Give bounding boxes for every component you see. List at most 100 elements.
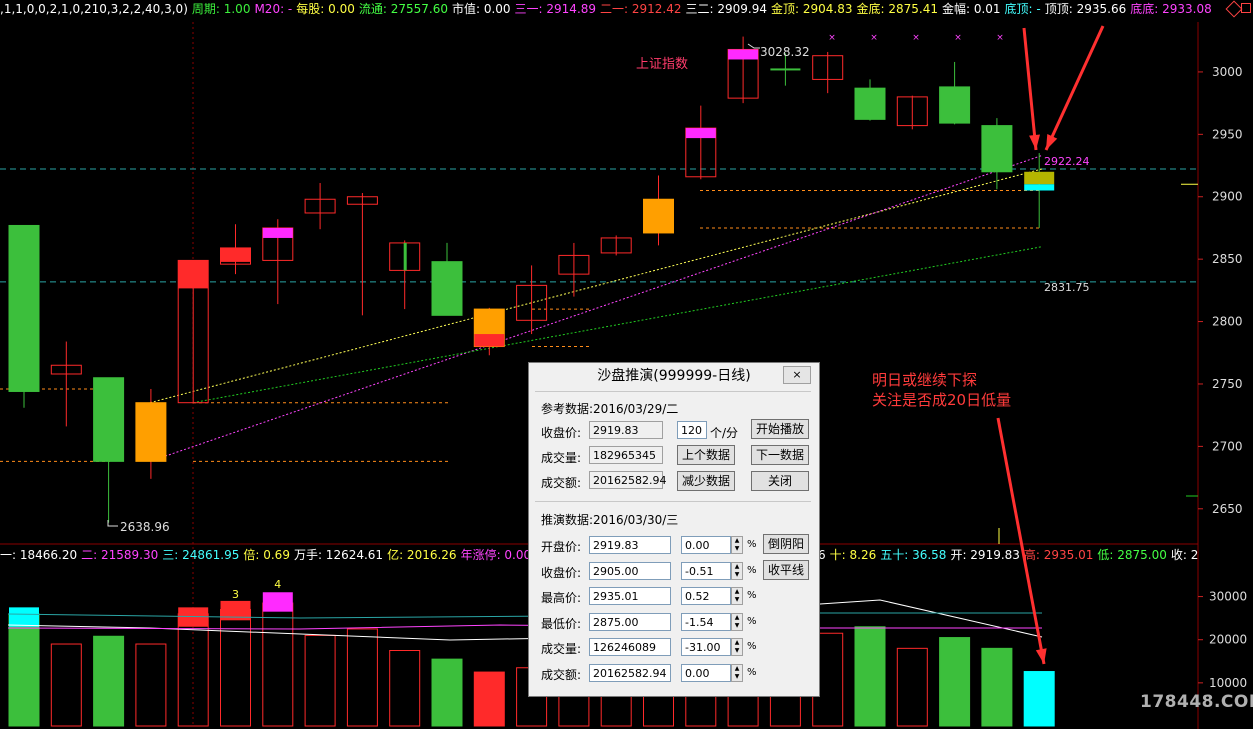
percent-sign: % (747, 564, 757, 576)
volume-bar (220, 609, 251, 727)
line-a-label: 2922.24 (1044, 155, 1090, 168)
spin-arrows-icon[interactable]: ▲ ▼ (731, 663, 743, 682)
percent-sign: % (747, 539, 757, 550)
sandbox-simulation-dialog: 沙盘推演(999999-日线) × 参考数据:2016/03/29/二 收盘价:… (528, 362, 820, 697)
dialog-title: 沙盘推演(999999-日线) (597, 368, 751, 384)
candle-body (770, 68, 801, 71)
simulation-heading: 推演数据:2016/03/30/三 (541, 513, 679, 527)
price-metric: 高: 2935.01 (1023, 548, 1094, 562)
line-b-label: 2831.75 (1044, 281, 1090, 294)
spin-arrows-icon[interactable]: ▲ ▼ (731, 561, 743, 580)
percent-sign: % (747, 641, 757, 652)
volume-bar (854, 626, 886, 727)
high-price-label: 3028.32 (760, 45, 810, 59)
reduce-data-button[interactable]: 减少数据 (677, 471, 735, 491)
prev-data-button[interactable]: 上个数据 (677, 445, 735, 465)
sim-row-percent[interactable]: 0.00 (681, 536, 731, 554)
stock-chart-window: ,1,1,0,0,2,1,0,210,3,2,2,40,3,0) 周期: 1.00… (0, 0, 1253, 729)
close-button[interactable]: 关闭 (751, 471, 809, 491)
volume-bar (9, 607, 39, 627)
candle-body (93, 377, 125, 462)
reference-heading: 参考数据:2016/03/29/二 (541, 402, 679, 416)
high-pointer (747, 43, 760, 49)
sim-row-percent[interactable]: -1.54 (681, 612, 731, 631)
volume-ma-cyan (7, 612, 1042, 619)
volume-bar (431, 658, 463, 727)
candle-body (403, 242, 407, 271)
sim-row-label: 最低价: (541, 616, 582, 631)
sim-row-label: 收盘价: (541, 565, 582, 580)
volume-bar (135, 643, 167, 727)
volume-axis-label: 30000 (1209, 590, 1247, 604)
price-metric: 十: 8.26 (829, 548, 877, 562)
sim-row-value[interactable]: 2935.01 (589, 587, 671, 605)
volume-metric: 一: 18466.20 (0, 548, 78, 562)
start-play-button[interactable]: 开始播放 (751, 419, 809, 439)
volume-bar (473, 671, 505, 727)
candle-body (474, 334, 505, 347)
volume-bar (8, 613, 40, 727)
invert-yinyang-button[interactable]: 倒阴阳 (763, 534, 809, 554)
volume-axis-label: 10000 (1209, 676, 1247, 690)
price-metric: 五十: 36.58 (880, 548, 947, 562)
price-metric: 收: 2905. (1170, 548, 1198, 562)
candle-body (981, 125, 1013, 173)
next-data-button[interactable]: 下一数据 (751, 445, 809, 465)
star-marker: × (912, 33, 920, 43)
volume-bar (262, 592, 293, 612)
dialog-titlebar[interactable]: 沙盘推演(999999-日线) × (529, 363, 819, 389)
arrow-shaft (1044, 25, 1105, 151)
volume-bar (262, 602, 294, 727)
price-axis-label: 2850 (1212, 252, 1243, 266)
spin-arrows-icon[interactable]: ▲ ▼ (731, 536, 743, 554)
candle-body (431, 261, 463, 316)
sim-row-label: 成交额: (541, 667, 582, 682)
star-marker: × (870, 33, 878, 43)
sim-row-value[interactable]: 126246089 (589, 638, 671, 656)
star-marker: × (996, 33, 1004, 43)
percent-sign: % (747, 615, 757, 627)
close-icon[interactable]: × (783, 366, 811, 384)
sim-row-percent[interactable]: 0.00 (681, 663, 731, 682)
spin-arrows-icon[interactable]: ▲ ▼ (731, 638, 743, 656)
ref-amount-label: 成交额: (541, 476, 582, 490)
price-axis-label: 2900 (1212, 190, 1243, 204)
ref-volume-label: 成交量: (541, 451, 582, 465)
volume-ma-white (7, 599, 1043, 641)
volume-metric: 万手: 12624.61 (293, 548, 384, 562)
sim-row-value[interactable]: 20162582.94 (589, 663, 671, 682)
candle-body (728, 49, 759, 60)
sim-row-percent[interactable]: -31.00 (681, 638, 731, 656)
price-axis-label: 2650 (1212, 502, 1243, 516)
volume-bar (389, 650, 421, 727)
candle-badge: 4 (274, 578, 281, 591)
sim-row-value[interactable]: 2875.00 (589, 612, 671, 631)
sim-row-value[interactable]: 2905.00 (589, 561, 671, 580)
sim-row-label: 最高价: (541, 591, 582, 605)
sim-row-percent[interactable]: -0.51 (681, 561, 731, 580)
price-axis-label: 2700 (1212, 439, 1243, 453)
price-axis-label: 3000 (1212, 65, 1243, 79)
sim-row-label: 开盘价: (541, 540, 582, 554)
spin-arrows-icon[interactable]: ▲ ▼ (731, 612, 743, 631)
volume-bar (346, 628, 378, 727)
annotation-text: 明日或继续下探 关注是否成20日低量 (872, 370, 1011, 410)
sim-row-value[interactable]: 2919.83 (589, 536, 671, 554)
section-divider (535, 501, 811, 503)
low-pointer (107, 520, 118, 527)
volume-bar (50, 643, 82, 727)
candle-body (220, 247, 251, 262)
volume-bar (939, 637, 971, 727)
volume-indicator-bar-right: 6 十: 8.26 五十: 36.58 开: 2919.83 高: 2935.01 低: … (818, 546, 1198, 564)
ref-close-field: 2919.83 (589, 421, 663, 439)
sim-row-percent[interactable]: 0.52 (681, 587, 731, 605)
speed-input[interactable]: 120 (677, 421, 707, 439)
price-metric: 低: 2875.00 (1097, 548, 1167, 562)
flat-line-button[interactable]: 收平线 (763, 560, 809, 580)
candle-badge: 3 (232, 588, 239, 601)
candle-body (262, 227, 293, 238)
spin-arrows-icon[interactable]: ▲ ▼ (731, 587, 743, 605)
sim-row-label: 成交量: (541, 642, 582, 656)
candle-body (854, 87, 886, 120)
volume-metric: 倍: 0.69 (243, 548, 290, 562)
